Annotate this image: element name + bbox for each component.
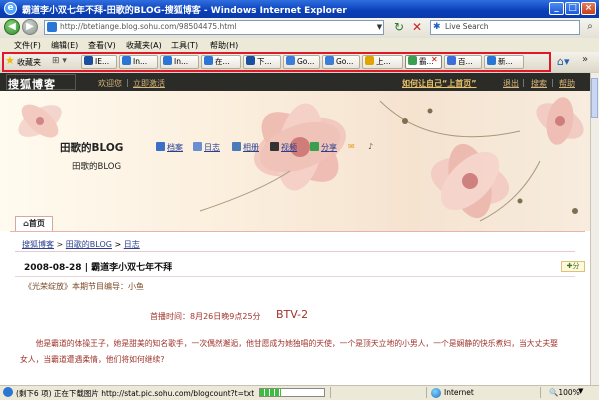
maximize-button[interactable]: □: [565, 2, 580, 15]
nav-video[interactable]: 视频: [270, 142, 297, 153]
crumb-sohu-blog[interactable]: 搜狐博客: [22, 240, 54, 249]
security-zone: Internet: [444, 388, 474, 397]
vertical-scrollbar[interactable]: [590, 73, 599, 385]
archive-icon: [156, 142, 165, 151]
menu-favorites[interactable]: 收藏夹(A): [126, 40, 162, 51]
ie-icon: e: [4, 2, 17, 15]
search-placeholder: Live Search: [445, 22, 489, 31]
rss-icon[interactable]: ♪: [368, 142, 373, 151]
menu-edit[interactable]: 编辑(E): [51, 40, 78, 51]
search-link[interactable]: 搜索: [531, 78, 547, 89]
back-button[interactable]: ◀: [4, 19, 20, 35]
video-icon: [270, 142, 279, 151]
nav-share[interactable]: 分享: [310, 142, 337, 153]
search-icon[interactable]: ⌕: [584, 19, 596, 35]
nav-journal[interactable]: 日志: [193, 142, 220, 153]
refresh-button[interactable]: ↻: [391, 20, 407, 35]
sohu-top-bar: [0, 73, 590, 91]
mail-icon[interactable]: ✉: [348, 142, 355, 151]
minimize-button[interactable]: _: [549, 2, 564, 15]
activate-link[interactable]: 立即激活: [133, 78, 165, 89]
menu-tools[interactable]: 工具(T): [171, 40, 198, 51]
share-icon: [310, 142, 319, 151]
close-button[interactable]: ×: [581, 2, 596, 15]
channel-name: BTV-2: [276, 308, 309, 321]
exit-link[interactable]: 退出: [503, 78, 519, 89]
home-icon[interactable]: ⌂▾: [557, 54, 579, 70]
divider: [330, 387, 331, 398]
window-title: 霸道李小双七年不拜-田歌的BLOG-搜狐博客 - Windows Interne…: [22, 6, 347, 16]
address-url: http://btetiange.blog.sohu.com/98504475.…: [60, 22, 237, 31]
crumb-blog[interactable]: 田歌的BLOG: [66, 240, 112, 249]
chevron-right-icon[interactable]: »: [582, 54, 588, 65]
blog-subtitle: 田歌的BLOG: [72, 162, 122, 172]
ie-status-icon: [3, 387, 13, 397]
home-tab[interactable]: ⌂首页: [15, 216, 53, 231]
menu-file[interactable]: 文件(F): [14, 40, 41, 51]
divider: [15, 251, 575, 252]
set-home-link[interactable]: 如何让自己“上首页”: [402, 78, 477, 89]
zoom-level[interactable]: 🔍100%: [549, 388, 580, 397]
divider: [426, 387, 427, 398]
menu-help[interactable]: 帮助(H): [210, 40, 238, 51]
address-dropdown-icon[interactable]: ▼: [375, 20, 384, 35]
program-credit: 《光荣绽放》本期节目编导：小鱼: [24, 282, 144, 291]
divider: [15, 276, 575, 277]
divider: [10, 231, 585, 232]
divider: [540, 387, 541, 398]
tab-row-highlight: [2, 52, 551, 72]
journal-icon: [193, 142, 202, 151]
blog-title[interactable]: 田歌的BLOG: [60, 140, 123, 155]
breadcrumb: 搜狐博客 > 田歌的BLOG > 日志: [22, 240, 140, 249]
share-button[interactable]: ✚分: [561, 261, 585, 272]
air-time: 首播时间：8月26日晚9点25分: [150, 312, 261, 321]
progress-fill: [260, 389, 281, 396]
album-icon: [232, 142, 241, 151]
menu-view[interactable]: 查看(V): [88, 40, 116, 51]
nav-album[interactable]: 相册: [232, 142, 259, 153]
stop-button[interactable]: ✕: [409, 20, 425, 35]
live-search-icon: ✱: [433, 22, 441, 32]
welcome-text: 欢迎您: [98, 79, 122, 88]
status-text: (剩下6 项) 正在下载图片 http://stat.pic.sohu.com/…: [16, 389, 255, 398]
forward-button[interactable]: ▶: [22, 19, 38, 35]
crumb-journal[interactable]: 日志: [124, 240, 140, 249]
sohu-blog-logo[interactable]: 搜狐博客: [8, 76, 56, 92]
scrollbar-thumb[interactable]: [591, 78, 598, 118]
zoom-dropdown-icon[interactable]: ▼: [578, 387, 583, 395]
post-title: 2008-08-28 | 霸道李小双七年不拜: [24, 263, 173, 273]
nav-archive[interactable]: 档案: [156, 142, 183, 153]
post-paragraph: 他是霸道的体操王子，她是甜美的知名歌手，一次偶然邂逅，他甘愿成为她独唱的天使，一…: [20, 339, 558, 364]
globe-icon: [431, 388, 441, 398]
page-icon: [47, 22, 57, 32]
help-link[interactable]: 帮助: [559, 78, 575, 89]
